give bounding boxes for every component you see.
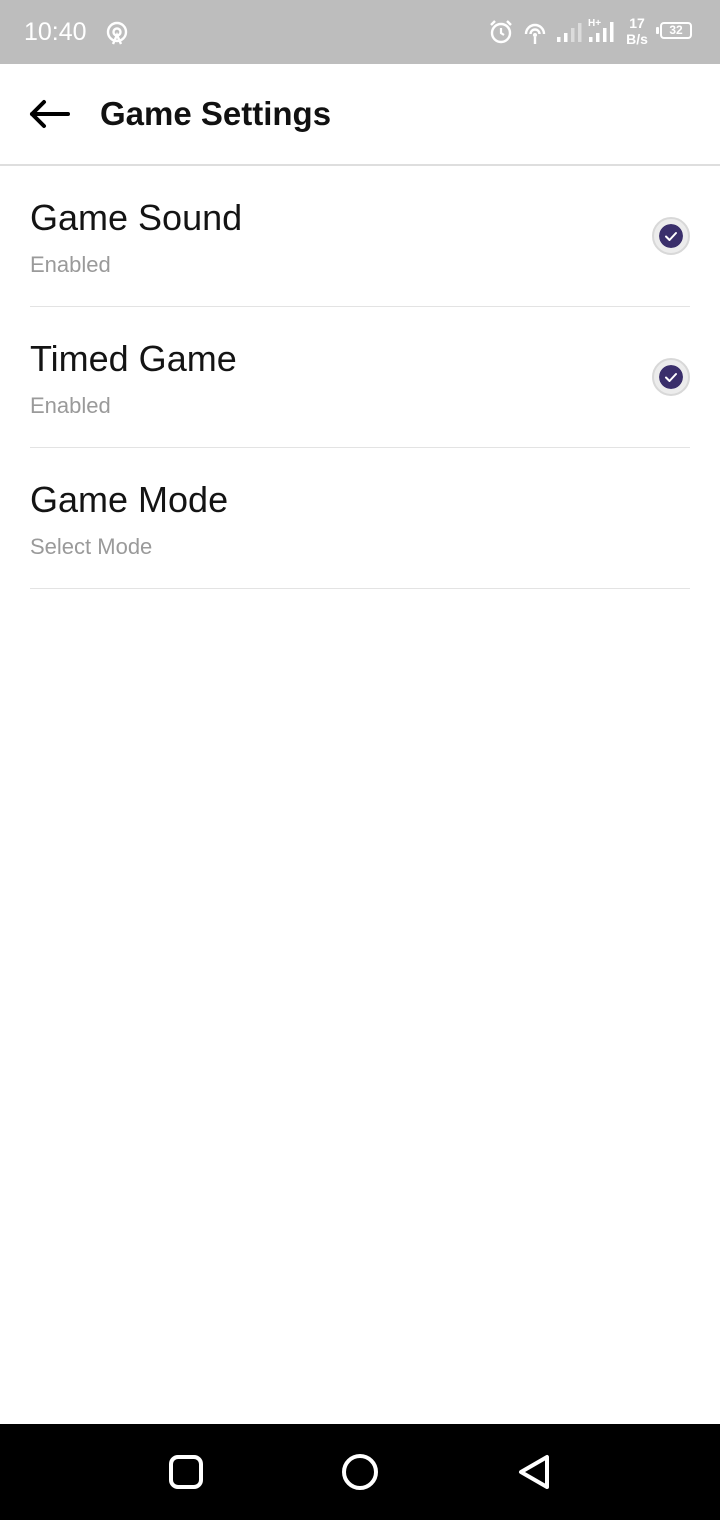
net-speed-unit: B/s [626, 31, 648, 47]
status-bar: 10:40 H+ 17 B/s 32 [0, 0, 720, 64]
setting-summary: Enabled [30, 252, 111, 277]
status-time: 10:40 [24, 18, 87, 46]
battery-nub [656, 27, 659, 34]
setting-game-mode[interactable]: Game Mode Select Mode [30, 448, 690, 589]
setting-title: Timed Game [30, 338, 237, 379]
setting-game-sound[interactable]: Game Sound Enabled [30, 166, 690, 307]
app-bar: Game Settings [0, 64, 720, 166]
hotspot-icon [106, 21, 128, 45]
timed-game-checkbox[interactable] [652, 358, 690, 396]
net-speed: 17 B/s [620, 15, 654, 47]
settings-list: Game Sound Enabled Timed Game Enabled Ga… [30, 166, 690, 589]
back-button[interactable] [26, 92, 74, 136]
circle-icon [342, 1454, 378, 1490]
setting-summary: Select Mode [30, 534, 153, 559]
wireless-icon [524, 23, 546, 44]
setting-timed-game[interactable]: Timed Game Enabled [30, 307, 690, 448]
battery-icon: 32 [660, 22, 692, 39]
back-nav-button[interactable] [512, 1450, 556, 1494]
arrow-left-icon [30, 100, 70, 128]
navigation-bar [0, 1424, 720, 1520]
square-icon [169, 1455, 203, 1489]
checkmark-icon [659, 365, 683, 389]
page-title: Game Settings [100, 95, 332, 132]
triangle-back-icon [519, 1455, 549, 1489]
network-type-label: H+ [588, 18, 601, 29]
signal-h-plus-icon: H+ [588, 18, 614, 42]
setting-title: Game Mode [30, 479, 229, 520]
signal-weak-icon [557, 23, 582, 42]
home-button[interactable] [338, 1450, 382, 1494]
net-speed-value: 17 [629, 15, 645, 31]
setting-summary: Enabled [30, 393, 111, 418]
alarm-icon [490, 20, 512, 44]
setting-title: Game Sound [30, 197, 243, 238]
checkmark-icon [659, 224, 683, 248]
game-sound-checkbox[interactable] [652, 217, 690, 255]
recents-button[interactable] [164, 1450, 208, 1494]
